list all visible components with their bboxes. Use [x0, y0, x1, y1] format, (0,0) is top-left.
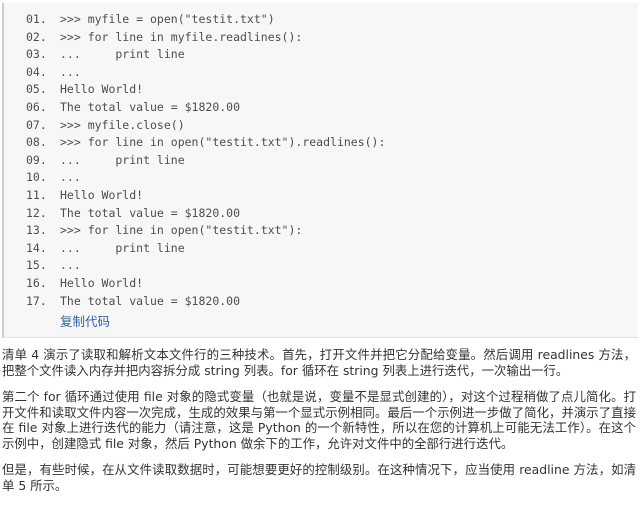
copy-code-row: 复制代码 — [4, 310, 638, 333]
line-code: >>> for line in open("testit.txt").readl… — [60, 135, 386, 150]
line-code: Hello World! — [60, 275, 144, 290]
code-line: 10.... — [4, 169, 638, 187]
line-number: 15. — [26, 258, 47, 273]
line-number: 03. — [26, 47, 47, 62]
prose-spacer — [2, 338, 636, 347]
line-code: The total value = $1820.00 — [60, 99, 241, 114]
line-code: ... — [60, 170, 81, 185]
line-number: 05. — [26, 82, 47, 97]
line-code: ... print line — [60, 47, 185, 62]
line-number: 13. — [26, 223, 47, 238]
line-number: 14. — [26, 240, 47, 255]
line-code: Hello World! — [60, 82, 144, 97]
code-line: 01. >>> myfile = open("testit.txt") — [4, 11, 638, 29]
line-number: 06. — [26, 99, 47, 114]
page-root: 01. >>> myfile = open("testit.txt") 02. >>… — [0, 3, 640, 523]
code-line: 09. ... print line — [4, 152, 638, 170]
code-line: 17. The total value = $1820.00 — [4, 293, 638, 311]
code-line: 13. >>> for line in open("testit.txt"): — [4, 222, 638, 240]
line-code: ... — [60, 64, 81, 79]
code-line: 07. >>> myfile.close() — [4, 117, 638, 135]
code-line: 06. The total value = $1820.00 — [4, 99, 638, 117]
line-code: ... print line — [60, 240, 185, 255]
line-code: ... — [60, 258, 81, 273]
code-line: 11. Hello World! — [4, 187, 638, 205]
line-number: 11. — [26, 187, 47, 202]
line-number: 02. — [26, 29, 47, 44]
line-number: 17. — [26, 293, 47, 308]
paragraph: 但是，有些时候，在从文件读取数据时，可能想要更好的控制级别。在这种情况下，应当使… — [2, 462, 636, 493]
code-line: 12. The total value = $1820.00 — [4, 205, 638, 223]
line-number: 12. — [26, 205, 47, 220]
line-number: 04. — [26, 64, 47, 79]
line-code: ... print line — [60, 152, 185, 167]
copy-code-link[interactable]: 复制代码 — [60, 314, 110, 329]
line-number: 16. — [26, 275, 47, 290]
line-number: 09. — [26, 152, 47, 167]
code-line: 04.... — [4, 64, 638, 82]
code-line: 05. Hello World! — [4, 81, 638, 99]
code-line: 08. >>> for line in open("testit.txt").re… — [4, 134, 638, 152]
line-number: 08. — [26, 135, 47, 150]
line-code: The total value = $1820.00 — [60, 205, 241, 220]
line-code: >>> myfile.close() — [60, 117, 185, 132]
line-number: 07. — [26, 117, 47, 132]
line-number: 01. — [26, 12, 47, 26]
line-code: >>> for line in open("testit.txt"): — [60, 223, 303, 238]
code-line: 03. ... print line — [4, 46, 638, 64]
code-listing-block: 01. >>> myfile = open("testit.txt") 02. >>… — [2, 3, 638, 339]
code-line: 15.... — [4, 257, 638, 275]
paragraph: 清单 4 演示了读取和解析文本文件行的三种技术。首先，打开文件并把它分配给变量。… — [2, 347, 636, 378]
paragraph: 第二个 for 循环通过使用 file 对象的隐式变量（也就是说，变量不是显式创… — [2, 389, 636, 451]
code-line: 02. >>> for line in myfile.readlines(): — [4, 29, 638, 47]
line-code: The total value = $1820.00 — [60, 293, 241, 308]
article-body: 清单 4 演示了读取和解析文本文件行的三种技术。首先，打开文件并把它分配给变量。… — [0, 338, 640, 493]
line-number: 10. — [26, 170, 47, 185]
code-line: 14. ... print line — [4, 240, 638, 258]
line-code: Hello World! — [60, 187, 144, 202]
line-code: >>> for line in myfile.readlines(): — [60, 29, 303, 44]
code-line: 16. Hello World! — [4, 275, 638, 293]
line-code: >>> myfile = open("testit.txt") — [60, 12, 275, 26]
